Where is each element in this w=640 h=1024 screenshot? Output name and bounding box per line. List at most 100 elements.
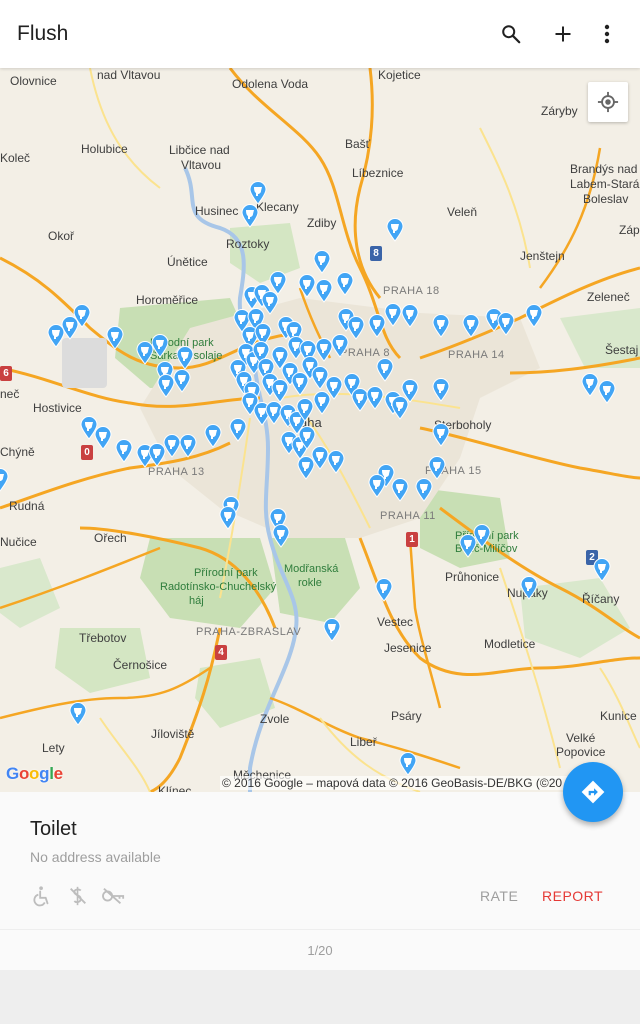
- place-label: Jenštejn: [520, 249, 565, 263]
- toilet-marker[interactable]: [347, 316, 365, 340]
- toilet-marker[interactable]: [173, 369, 191, 393]
- toilet-marker[interactable]: [391, 396, 409, 420]
- toilet-marker[interactable]: [315, 279, 333, 303]
- toilet-marker[interactable]: [386, 218, 404, 242]
- district-label: PRAHA-ZBRASLAV: [196, 626, 302, 638]
- search-icon: [502, 25, 521, 44]
- place-label: Jesenice: [384, 641, 432, 655]
- toilet-marker[interactable]: [298, 274, 316, 298]
- place-label: Modletice: [484, 637, 536, 651]
- toilet-marker[interactable]: [272, 524, 290, 548]
- place-label: Boleslav: [583, 192, 629, 206]
- toilet-marker[interactable]: [384, 303, 402, 327]
- toilet-marker[interactable]: [432, 423, 450, 447]
- place-detail-sheet: Toilet No address available RATE REPORT …: [0, 792, 640, 970]
- toilet-marker[interactable]: [115, 439, 133, 463]
- toilet-marker[interactable]: [473, 524, 491, 548]
- route-shield: 6: [0, 366, 12, 381]
- place-label: Klínec: [158, 784, 192, 792]
- rate-button[interactable]: RATE: [480, 888, 518, 904]
- map-view[interactable]: Olovnice nad Vltavou Odolena Voda Kojeti…: [0, 68, 640, 792]
- place-label: Veleň: [447, 205, 478, 219]
- toilet-marker[interactable]: [399, 752, 417, 776]
- toilet-marker[interactable]: [462, 314, 480, 338]
- place-address: No address available: [30, 849, 161, 865]
- toilet-marker[interactable]: [297, 456, 315, 480]
- place-label: Olovnice: [10, 74, 57, 88]
- add-button[interactable]: [543, 14, 583, 54]
- place-label: nad Vltavou: [97, 68, 161, 82]
- toilet-marker[interactable]: [69, 702, 87, 726]
- toilet-marker[interactable]: [0, 468, 9, 492]
- place-label: Ořech: [94, 531, 127, 545]
- toilet-marker[interactable]: [323, 618, 341, 642]
- district-label: PRAHA 14: [448, 349, 505, 361]
- toilet-marker[interactable]: [432, 378, 450, 402]
- toilet-marker[interactable]: [179, 434, 197, 458]
- district-label: PRAHA 13: [148, 466, 205, 478]
- toilet-marker[interactable]: [598, 380, 616, 404]
- toilet-marker[interactable]: [313, 250, 331, 274]
- toilet-marker[interactable]: [336, 272, 354, 296]
- place-label: Husinec: [195, 204, 239, 218]
- place-label: Průhonice: [445, 570, 500, 584]
- route-shield: 1: [406, 532, 418, 547]
- place-label: neč: [0, 387, 20, 401]
- toilet-marker[interactable]: [525, 304, 543, 328]
- place-label: Libeř: [350, 735, 377, 749]
- toilet-marker[interactable]: [375, 578, 393, 602]
- toilet-marker[interactable]: [151, 334, 169, 358]
- map-attribution[interactable]: © 2016 Google – mapová data © 2016 GeoBa…: [220, 776, 599, 790]
- toilet-marker[interactable]: [497, 312, 515, 336]
- toilet-marker[interactable]: [106, 326, 124, 350]
- toilet-marker[interactable]: [313, 391, 331, 415]
- district-label: PRAHA 18: [383, 285, 440, 297]
- toilet-marker[interactable]: [94, 426, 112, 450]
- search-button[interactable]: [491, 14, 531, 54]
- toilet-marker[interactable]: [368, 474, 386, 498]
- place-label: Okoř: [48, 229, 75, 243]
- place-label: Psáry: [391, 709, 422, 723]
- place-label: Libčice nad: [169, 143, 230, 157]
- toilet-marker[interactable]: [327, 450, 345, 474]
- google-logo: Google: [6, 764, 63, 783]
- toilet-marker[interactable]: [219, 506, 237, 530]
- toilet-marker[interactable]: [296, 398, 314, 422]
- toilet-marker[interactable]: [229, 418, 247, 442]
- toilet-marker[interactable]: [581, 373, 599, 397]
- toilet-marker[interactable]: [204, 424, 222, 448]
- no-fee-icon: [66, 884, 90, 908]
- place-label: Únětice: [167, 255, 208, 269]
- place-label: Záryby: [541, 104, 578, 118]
- place-label: Říčany: [582, 592, 620, 606]
- toilet-marker[interactable]: [428, 456, 446, 480]
- toilet-marker[interactable]: [47, 324, 65, 348]
- place-label: Odolena Voda: [232, 77, 309, 91]
- toilet-marker[interactable]: [376, 358, 394, 382]
- place-label: Kojetice: [378, 68, 421, 82]
- place-label: Zdiby: [307, 216, 337, 230]
- place-name: Toilet: [30, 818, 77, 840]
- toilet-marker[interactable]: [176, 346, 194, 370]
- toilet-marker[interactable]: [391, 478, 409, 502]
- toilet-marker[interactable]: [249, 181, 267, 205]
- my-location-button[interactable]: [588, 82, 628, 122]
- place-label: Labem-Stará: [570, 177, 640, 191]
- report-button[interactable]: REPORT: [542, 888, 603, 904]
- toilet-marker[interactable]: [432, 314, 450, 338]
- overflow-menu-button[interactable]: [587, 14, 627, 54]
- directions-button[interactable]: [563, 762, 623, 822]
- place-label: Koleč: [0, 151, 31, 165]
- route-shield: 0: [81, 445, 93, 460]
- toilet-marker[interactable]: [366, 386, 384, 410]
- place-label: Bašť: [345, 137, 371, 151]
- place-label: Brandýs nad: [570, 162, 638, 176]
- toilet-marker[interactable]: [157, 374, 175, 398]
- toilet-marker[interactable]: [331, 334, 349, 358]
- toilet-marker[interactable]: [520, 576, 538, 600]
- toilet-marker[interactable]: [269, 271, 287, 295]
- toilet-marker[interactable]: [415, 478, 433, 502]
- toilet-marker[interactable]: [593, 558, 611, 582]
- toilet-marker[interactable]: [401, 304, 419, 328]
- toilet-marker[interactable]: [241, 204, 259, 228]
